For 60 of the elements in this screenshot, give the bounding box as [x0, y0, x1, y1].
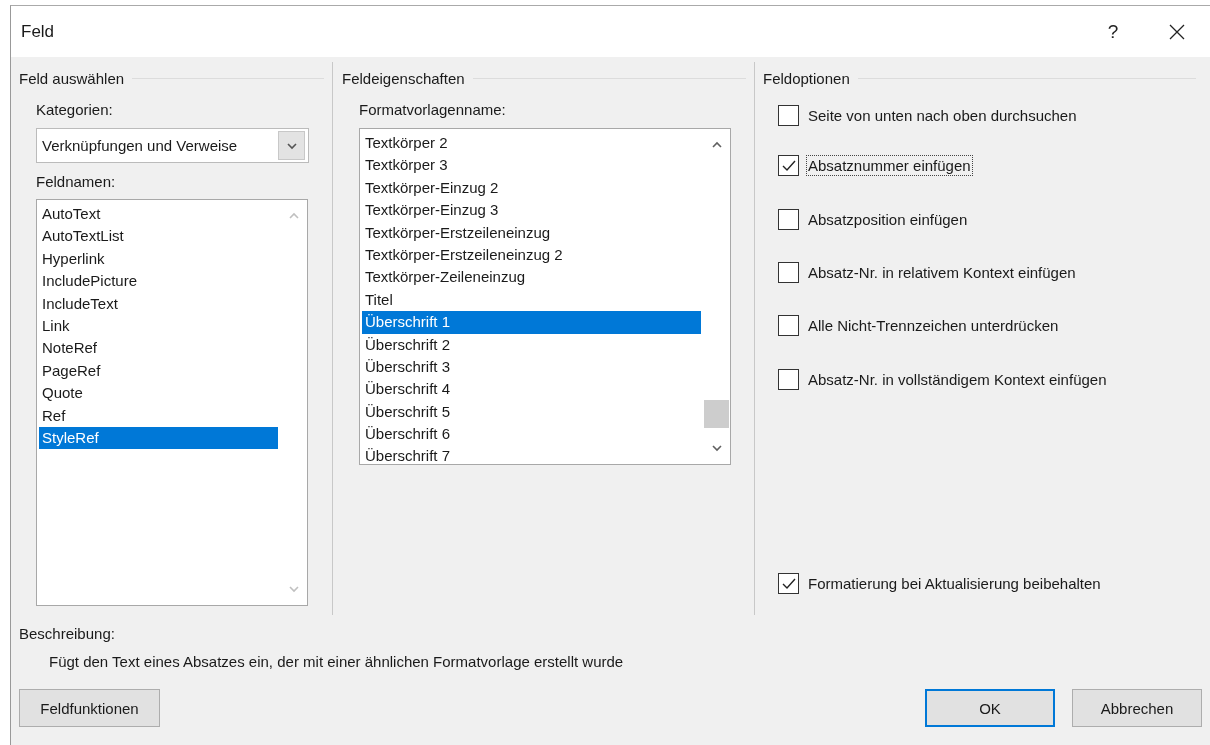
group-heading: Feldoptionen — [763, 69, 851, 87]
checkbox[interactable] — [778, 315, 799, 337]
field-label: Kategorien: — [36, 101, 114, 120]
list-item[interactable]: Überschrift 7 — [362, 445, 701, 464]
list-item[interactable]: Überschrift 5 — [362, 400, 701, 424]
list-item[interactable]: Link — [39, 314, 278, 338]
description-label: Beschreibung: — [19, 625, 116, 644]
list-item[interactable]: StyleRef — [39, 426, 278, 450]
list-item[interactable]: Quote — [39, 382, 278, 405]
list-item[interactable]: Ref — [39, 404, 278, 427]
help-button[interactable]: ? — [1098, 16, 1128, 47]
list-item[interactable]: Überschrift 1 — [362, 311, 701, 334]
list-item[interactable]: PageRef — [39, 359, 278, 383]
checkbox[interactable] — [778, 105, 799, 126]
group-heading: Feldeigenschaften — [342, 69, 466, 87]
list-item[interactable]: NoteRef — [39, 337, 278, 360]
cancel-button[interactable]: Abbrechen — [1072, 689, 1202, 727]
list-item[interactable]: Überschrift 2 — [362, 333, 701, 356]
list-item[interactable]: Überschrift 6 — [362, 423, 701, 446]
scrollbar-thumb[interactable] — [704, 400, 729, 428]
checkbox[interactable] — [778, 573, 799, 594]
list-item[interactable]: Textkörper-Einzug 3 — [362, 199, 701, 222]
scroll-down-icon — [286, 583, 301, 595]
list-item[interactable]: IncludeText — [39, 292, 278, 315]
close-icon — [1168, 22, 1186, 41]
checkbox[interactable] — [778, 155, 799, 177]
description-text: Fügt den Text eines Absatzes ein, der mit einer ähnlichen Formatvorlage erstellt wurde — [49, 653, 625, 672]
list-item[interactable]: Überschrift 4 — [362, 378, 701, 401]
list-item[interactable]: IncludePicture — [39, 270, 278, 293]
checkbox-label[interactable]: Alle Nicht-Trennzeichen unterdrücken — [806, 315, 1061, 337]
checkbox-label[interactable]: Formatierung bei Aktualisierung beibehalten — [806, 573, 1103, 594]
checkbox[interactable] — [778, 208, 799, 230]
checkmark-icon — [781, 158, 796, 174]
field-label: Feldnamen: — [36, 173, 117, 192]
field-codes-button[interactable]: Feldfunktionen — [19, 689, 160, 727]
field-label: Formatvorlagenname: — [359, 101, 507, 120]
window-title: Feld — [21, 21, 56, 42]
checkbox[interactable] — [778, 368, 799, 390]
list-item[interactable]: Textkörper 2 — [362, 132, 701, 155]
checkbox-label[interactable]: Seite von unten nach oben durchsuchen — [806, 105, 1079, 126]
list-item[interactable]: Textkörper-Erstzeileneinzug 2 — [362, 243, 701, 267]
checkbox-label[interactable]: Absatz-Nr. in relativem Kontext einfügen — [806, 261, 1078, 283]
scroll-down-icon — [709, 442, 724, 454]
checkbox-label[interactable]: Absatz-Nr. in vollständigem Kontext einfügen — [806, 368, 1109, 390]
list-item[interactable]: Textkörper-Einzug 2 — [362, 176, 701, 200]
list-item[interactable]: Überschrift 3 — [362, 355, 701, 379]
list-item[interactable]: Hyperlink — [39, 247, 278, 271]
checkbox-label[interactable]: Absatznummer einfügen — [806, 155, 973, 177]
list-item[interactable]: Textkörper 3 — [362, 154, 701, 177]
checkbox-label[interactable]: Absatzposition einfügen — [806, 208, 970, 230]
list-item[interactable]: Titel — [362, 288, 701, 312]
checkbox[interactable] — [778, 261, 799, 283]
list-item[interactable]: Textkörper-Zeileneinzug — [362, 266, 701, 289]
list-item[interactable]: AutoText — [39, 203, 278, 226]
ok-button[interactable]: OK — [925, 689, 1055, 727]
category-dropdown[interactable]: Verknüpfungen und Verweise — [36, 128, 309, 163]
group-heading: Feld auswählen — [19, 69, 126, 87]
list-item[interactable]: Textkörper-Erstzeileneinzug — [362, 221, 701, 244]
checkmark-icon — [781, 576, 796, 591]
list-item[interactable]: AutoTextList — [39, 225, 278, 248]
